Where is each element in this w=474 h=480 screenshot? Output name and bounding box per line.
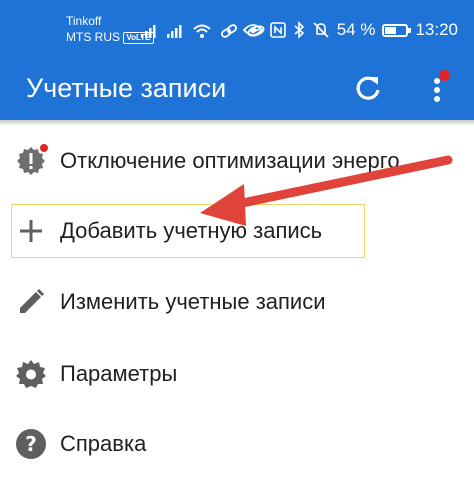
pencil-icon: [14, 285, 48, 319]
menu-item-label: Добавить учетную запись: [60, 218, 323, 243]
menu-item-help[interactable]: ? Справка: [0, 414, 474, 474]
app-bar-shadow: [0, 120, 474, 126]
refresh-icon: [356, 76, 380, 100]
menu-item-label: Изменить учетные записи: [60, 289, 326, 314]
menu-item-battery-optimization[interactable]: Отключение оптимизации энерго...: [0, 131, 474, 191]
refresh-button[interactable]: [352, 72, 384, 104]
bluetooth-icon: [294, 21, 304, 39]
eye-icon: [242, 24, 263, 36]
menu-item-settings[interactable]: Параметры: [0, 344, 474, 404]
signal-icon: [141, 25, 156, 38]
mute-icon: [313, 22, 329, 38]
clock: 13:20: [415, 20, 458, 39]
help-icon: ?: [14, 427, 48, 461]
menu-item-label: Отключение оптимизации энерго...: [60, 148, 418, 173]
wifi-icon: [193, 24, 211, 38]
gear-icon: [14, 357, 48, 391]
warning-badge: [38, 142, 50, 154]
menu-item-label: Параметры: [60, 361, 178, 386]
more-options-button[interactable]: [424, 70, 454, 106]
signal-icon-2: [167, 25, 182, 38]
status-bar: Tinkoff MTS RUS VoLTE 54 % 13:20: [0, 0, 474, 56]
nfc-icon: [269, 22, 286, 38]
status-icons-right: 54 % 13:20: [242, 17, 458, 43]
app-bar: Учетные записи: [0, 56, 474, 120]
battery-percent: 54 %: [336, 20, 376, 39]
link-icon: [221, 24, 237, 38]
plus-icon: [14, 214, 48, 248]
battery-icon: [382, 23, 412, 37]
menu-item-add-account[interactable]: Добавить учетную запись: [0, 201, 474, 261]
menu-item-label: Справка: [60, 431, 147, 456]
page-title: Учетные записи: [26, 73, 227, 103]
carrier-secondary: MTS RUS: [66, 30, 120, 44]
warning-gear-icon: [14, 142, 50, 178]
svg-text:?: ?: [25, 432, 37, 456]
menu-item-edit-accounts[interactable]: Изменить учетные записи: [0, 272, 474, 332]
notification-dot: [439, 70, 450, 81]
